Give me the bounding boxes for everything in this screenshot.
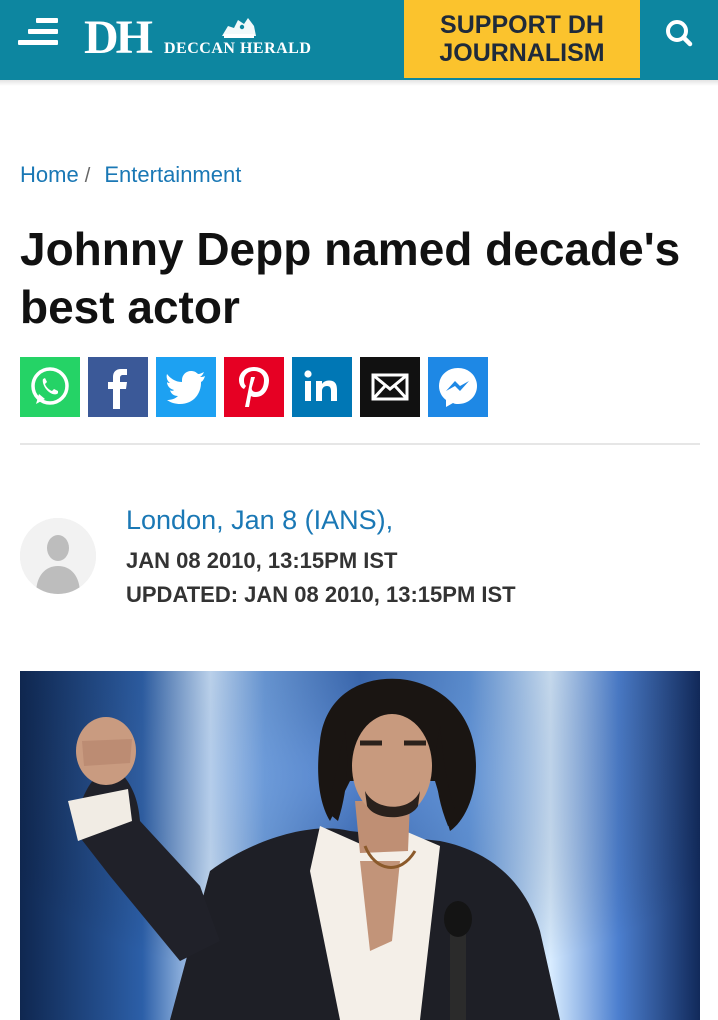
- article-photo: [20, 671, 700, 1020]
- share-bar: [20, 357, 488, 417]
- pinterest-share-button[interactable]: [224, 357, 284, 417]
- whatsapp-share-button[interactable]: [20, 357, 80, 417]
- site-header: DH DECCAN HERALD SUPPORT DH JOURNALISM: [0, 0, 718, 80]
- support-button-label: SUPPORT DH JOURNALISM: [439, 11, 605, 67]
- search-icon: [666, 20, 693, 47]
- article-title: Johnny Depp named decade's best actor: [20, 223, 681, 333]
- breadcrumb-entertainment[interactable]: Entertainment: [104, 162, 241, 187]
- menu-icon[interactable]: [18, 16, 62, 48]
- site-logo[interactable]: DH DECCAN HERALD: [84, 10, 344, 66]
- divider: [20, 443, 700, 445]
- linkedin-share-button[interactable]: [292, 357, 352, 417]
- user-icon: [20, 518, 96, 594]
- linkedin-icon: [304, 370, 337, 401]
- messenger-icon: [439, 368, 477, 407]
- author-avatar: [20, 518, 96, 594]
- breadcrumb: Home / Entertainment: [20, 162, 241, 188]
- breadcrumb-separator: /: [84, 165, 91, 187]
- facebook-icon: [108, 369, 127, 409]
- twitter-share-button[interactable]: [156, 357, 216, 417]
- logo-short: DH: [84, 11, 153, 64]
- messenger-share-button[interactable]: [428, 357, 488, 417]
- pinterest-icon: [239, 367, 269, 407]
- published-date: JAN 08 2010, 13:15PM IST: [126, 548, 398, 573]
- search-button[interactable]: [652, 14, 704, 54]
- emblem-icon: [222, 18, 256, 38]
- twitter-icon: [166, 371, 205, 404]
- facebook-share-button[interactable]: [88, 357, 148, 417]
- article-image: [20, 671, 700, 1020]
- updated-date: UPDATED: JAN 08 2010, 13:15PM IST: [126, 582, 516, 607]
- breadcrumb-home[interactable]: Home: [20, 162, 79, 187]
- header-shadow: [0, 80, 718, 86]
- envelope-icon: [371, 373, 409, 401]
- whatsapp-icon: [31, 367, 69, 405]
- email-share-button[interactable]: [360, 357, 420, 417]
- author-name[interactable]: London, Jan 8 (IANS),: [126, 505, 393, 536]
- logo-name: DECCAN HERALD: [164, 40, 312, 57]
- support-button[interactable]: SUPPORT DH JOURNALISM: [404, 0, 640, 78]
